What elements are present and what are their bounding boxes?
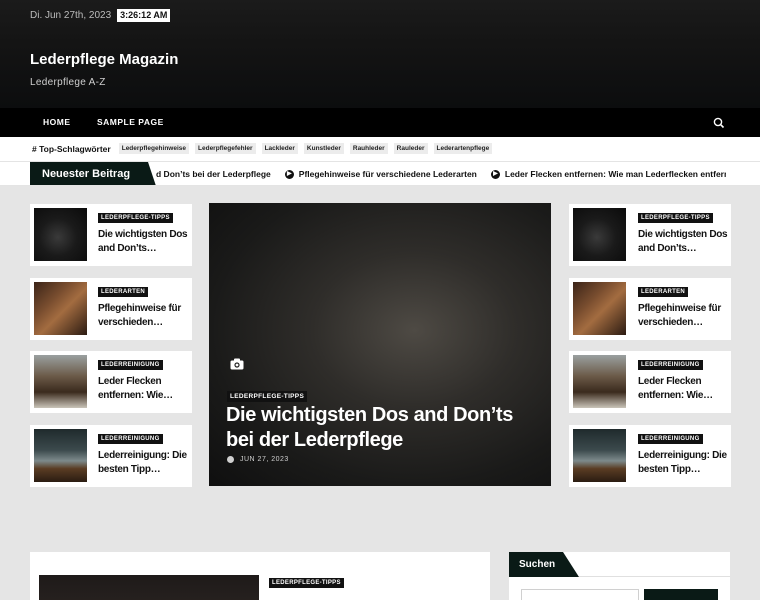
post-thumbnail[interactable]	[573, 355, 626, 408]
top-tags-bar: # Top-Schlagwörter Lederpflegehinweise L…	[0, 137, 760, 162]
ticker-item[interactable]: d Don’ts bei der Lederpflege	[156, 169, 271, 179]
latest-post-ticker: Neuester Beitrag d Don’ts bei der Lederp…	[0, 162, 760, 186]
post-thumbnail[interactable]	[34, 208, 87, 261]
ticker-item[interactable]: ▶ Leder Flecken entfernen: Wie man Lederf…	[490, 169, 726, 179]
latest-post-card[interactable]: LEDERPFLEGE-TIPPS	[30, 552, 490, 600]
post-category[interactable]: LEDERREINIGUNG	[638, 360, 703, 370]
arrow-right-icon: ▶	[490, 169, 500, 179]
post-title[interactable]: Die wichtigsten Dos and Don’ts…	[98, 228, 188, 256]
post-thumbnail[interactable]	[573, 282, 626, 335]
post-thumbnail[interactable]	[34, 429, 87, 482]
post-title[interactable]: Pflegehinweise für verschieden…	[98, 302, 188, 330]
tag-link[interactable]: Rauleder	[393, 143, 428, 154]
post-category[interactable]: LEDERPFLEGE-TIPPS	[638, 213, 713, 223]
widget-title: Suchen	[509, 552, 579, 577]
post-title[interactable]: Leder Flecken entfernen: Wie…	[98, 375, 188, 403]
sidebar-search-widget: Suchen	[509, 552, 730, 600]
search-input[interactable]	[521, 589, 639, 600]
post-category[interactable]: LEDERARTEN	[98, 287, 149, 297]
ticker-label: Neuester Beitrag	[30, 162, 156, 185]
arrow-right-icon: ▶	[284, 169, 294, 179]
ticker-item-text: Pflegehinweise für verschiedene Lederart…	[298, 169, 477, 179]
post-title[interactable]: Lederreinigung: Die besten Tipp…	[98, 449, 188, 477]
topbar: Di. Jun 27th, 2023 3:26:12 AM	[30, 9, 171, 22]
clock-icon	[227, 456, 234, 463]
ticker-item-text: d Don’ts bei der Lederpflege	[156, 169, 271, 179]
site-title[interactable]: Lederpflege Magazin	[30, 51, 178, 68]
post-title[interactable]: Pflegehinweise für verschieden…	[638, 302, 728, 330]
post-thumbnail[interactable]	[573, 429, 626, 482]
post-thumbnail[interactable]	[39, 575, 259, 600]
post-thumbnail[interactable]	[34, 282, 87, 335]
site-header: Di. Jun 27th, 2023 3:26:12 AM Lederpfleg…	[0, 0, 760, 108]
tag-link[interactable]: Lederartenpflege	[433, 143, 493, 154]
tag-link[interactable]: Lederpflegefehler	[195, 143, 256, 154]
main-navigation: HOME SAMPLE PAGE	[0, 108, 760, 137]
post-title[interactable]: Die wichtigsten Dos and Don’ts…	[638, 228, 728, 256]
post-card[interactable]: LEDERARTEN Pflegehinweise für verschiede…	[569, 278, 731, 340]
post-card[interactable]: LEDERREINIGUNG Lederreinigung: Die beste…	[569, 425, 731, 487]
tag-link[interactable]: Lackleder	[261, 143, 298, 154]
post-card[interactable]: LEDERREINIGUNG Lederreinigung: Die beste…	[30, 425, 192, 487]
ticker-item-text: Leder Flecken entfernen: Wie man Lederfl…	[504, 169, 726, 179]
current-time: 3:26:12 AM	[117, 9, 171, 22]
post-card[interactable]: LEDERREINIGUNG Leder Flecken entfernen: …	[30, 351, 192, 413]
widget-divider	[579, 576, 730, 577]
tag-link[interactable]: Rauhleder	[349, 143, 388, 154]
post-category[interactable]: LEDERARTEN	[638, 287, 689, 297]
post-category[interactable]: LEDERREINIGUNG	[98, 434, 163, 444]
featured-post[interactable]: LEDERPFLEGE-TIPPS Die wichtigsten Dos an…	[209, 203, 551, 486]
featured-post-date[interactable]: JUN 27, 2023	[240, 456, 289, 463]
post-category[interactable]: LEDERREINIGUNG	[98, 360, 163, 370]
tags-title: # Top-Schlagwörter	[32, 143, 111, 154]
site-tagline: Lederpflege A-Z	[30, 77, 106, 88]
featured-post-meta: JUN 27, 2023	[227, 456, 289, 463]
post-title[interactable]: Leder Flecken entfernen: Wie…	[638, 375, 728, 403]
search-submit-button[interactable]	[644, 589, 718, 600]
search-icon[interactable]	[712, 116, 726, 130]
post-thumbnail[interactable]	[573, 208, 626, 261]
post-card[interactable]: LEDERREINIGUNG Leder Flecken entfernen: …	[569, 351, 731, 413]
nav-item-sample-page[interactable]: SAMPLE PAGE	[97, 108, 164, 137]
post-card[interactable]: LEDERPFLEGE-TIPPS Die wichtigsten Dos an…	[569, 204, 731, 266]
post-category[interactable]: LEDERREINIGUNG	[638, 434, 703, 444]
current-date: Di. Jun 27th, 2023	[30, 10, 112, 21]
tag-link[interactable]: Kunstleder	[303, 143, 344, 154]
post-card[interactable]: LEDERPFLEGE-TIPPS Die wichtigsten Dos an…	[30, 204, 192, 266]
nav-item-home[interactable]: HOME	[43, 108, 71, 137]
tag-link[interactable]: Lederpflegehinweise	[118, 143, 190, 154]
post-category[interactable]: LEDERPFLEGE-TIPPS	[269, 578, 344, 588]
post-card[interactable]: LEDERARTEN Pflegehinweise für verschiede…	[30, 278, 192, 340]
post-title[interactable]: Lederreinigung: Die besten Tipp…	[638, 449, 728, 477]
ticker-item[interactable]: ▶ Pflegehinweise für verschiedene Lederar…	[284, 169, 477, 179]
featured-post-category[interactable]: LEDERPFLEGE-TIPPS	[227, 391, 308, 402]
camera-icon	[230, 357, 244, 370]
post-thumbnail[interactable]	[34, 355, 87, 408]
featured-post-title[interactable]: Die wichtigsten Dos and Don’ts bei der L…	[226, 403, 536, 453]
post-category[interactable]: LEDERPFLEGE-TIPPS	[98, 213, 173, 223]
